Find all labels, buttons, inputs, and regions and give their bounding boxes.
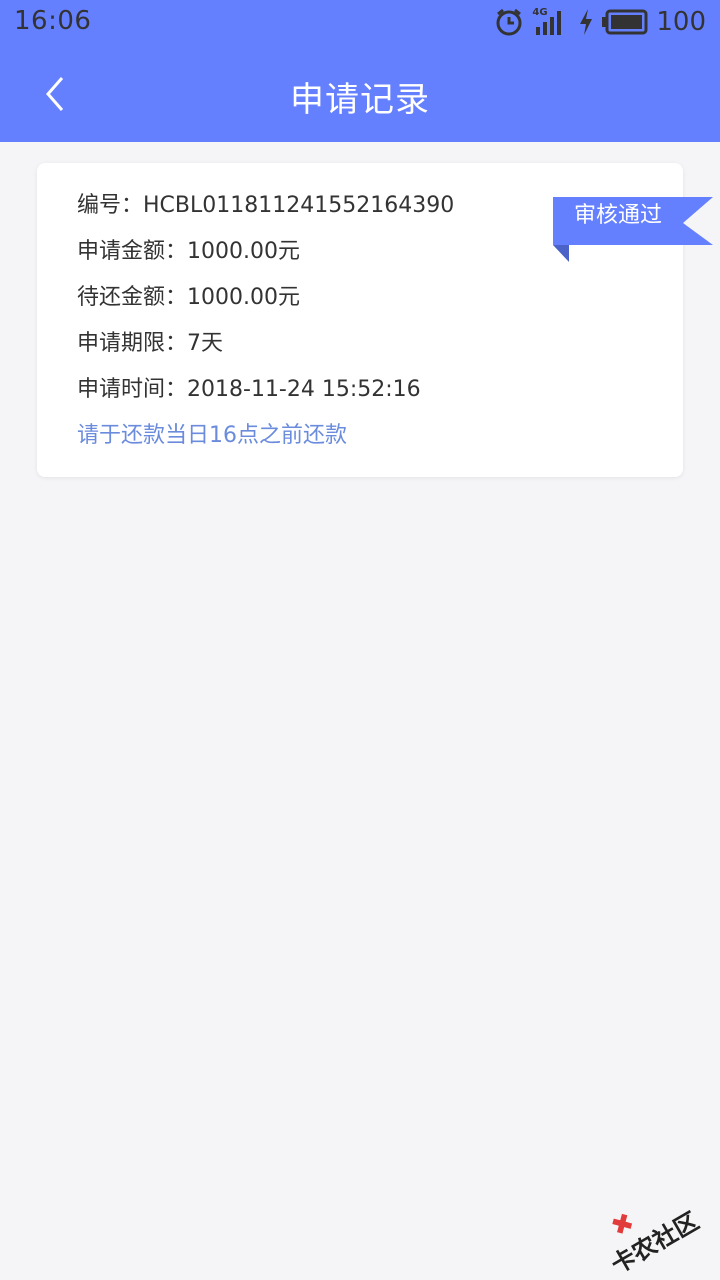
row-value: 1000.00元 [187,285,300,310]
alarm-icon [496,8,522,36]
record-details: 编号： HCBL011811241552164390 申请金额： 1000.00… [77,189,454,453]
row-value: 2018-11-24 15:52:16 [187,377,421,402]
row-label: 待还金额： [77,285,188,310]
record-row-amount: 申请金额： 1000.00元 [77,235,454,281]
row-value: HCBL011811241552164390 [143,193,455,218]
row-label: 编号： [77,193,144,218]
charging-icon [580,9,593,35]
status-bar: 16:06 4G 100 [0,0,720,44]
record-row-outstanding: 待还金额： 1000.00元 [77,281,454,327]
record-row-time: 申请时间： 2018-11-24 15:52:16 [77,373,454,419]
record-row-number: 编号： HCBL011811241552164390 [77,189,454,235]
status-badge: 审核通过 [573,203,662,228]
record-row-term: 申请期限： 7天 [77,327,454,373]
battery-level: 100 [656,7,706,37]
status-time: 16:06 [14,6,92,36]
watermark: ✖ 卡农社区 [604,1202,714,1280]
status-icons: 4G 100 [494,6,706,38]
row-value: 1000.00元 [187,239,300,264]
repayment-note: 请于还款当日16点之前还款 [77,423,347,448]
page-title: 申请记录 [290,80,430,120]
signal-icon: 4G [532,7,570,37]
row-value: 7天 [187,331,224,356]
row-label: 申请期限： [77,331,188,356]
top-bar: 16:06 4G 100 申请记录 [0,0,720,142]
battery-icon [602,9,648,35]
row-label: 申请时间： [77,377,188,402]
row-label: 申请金额： [77,239,188,264]
